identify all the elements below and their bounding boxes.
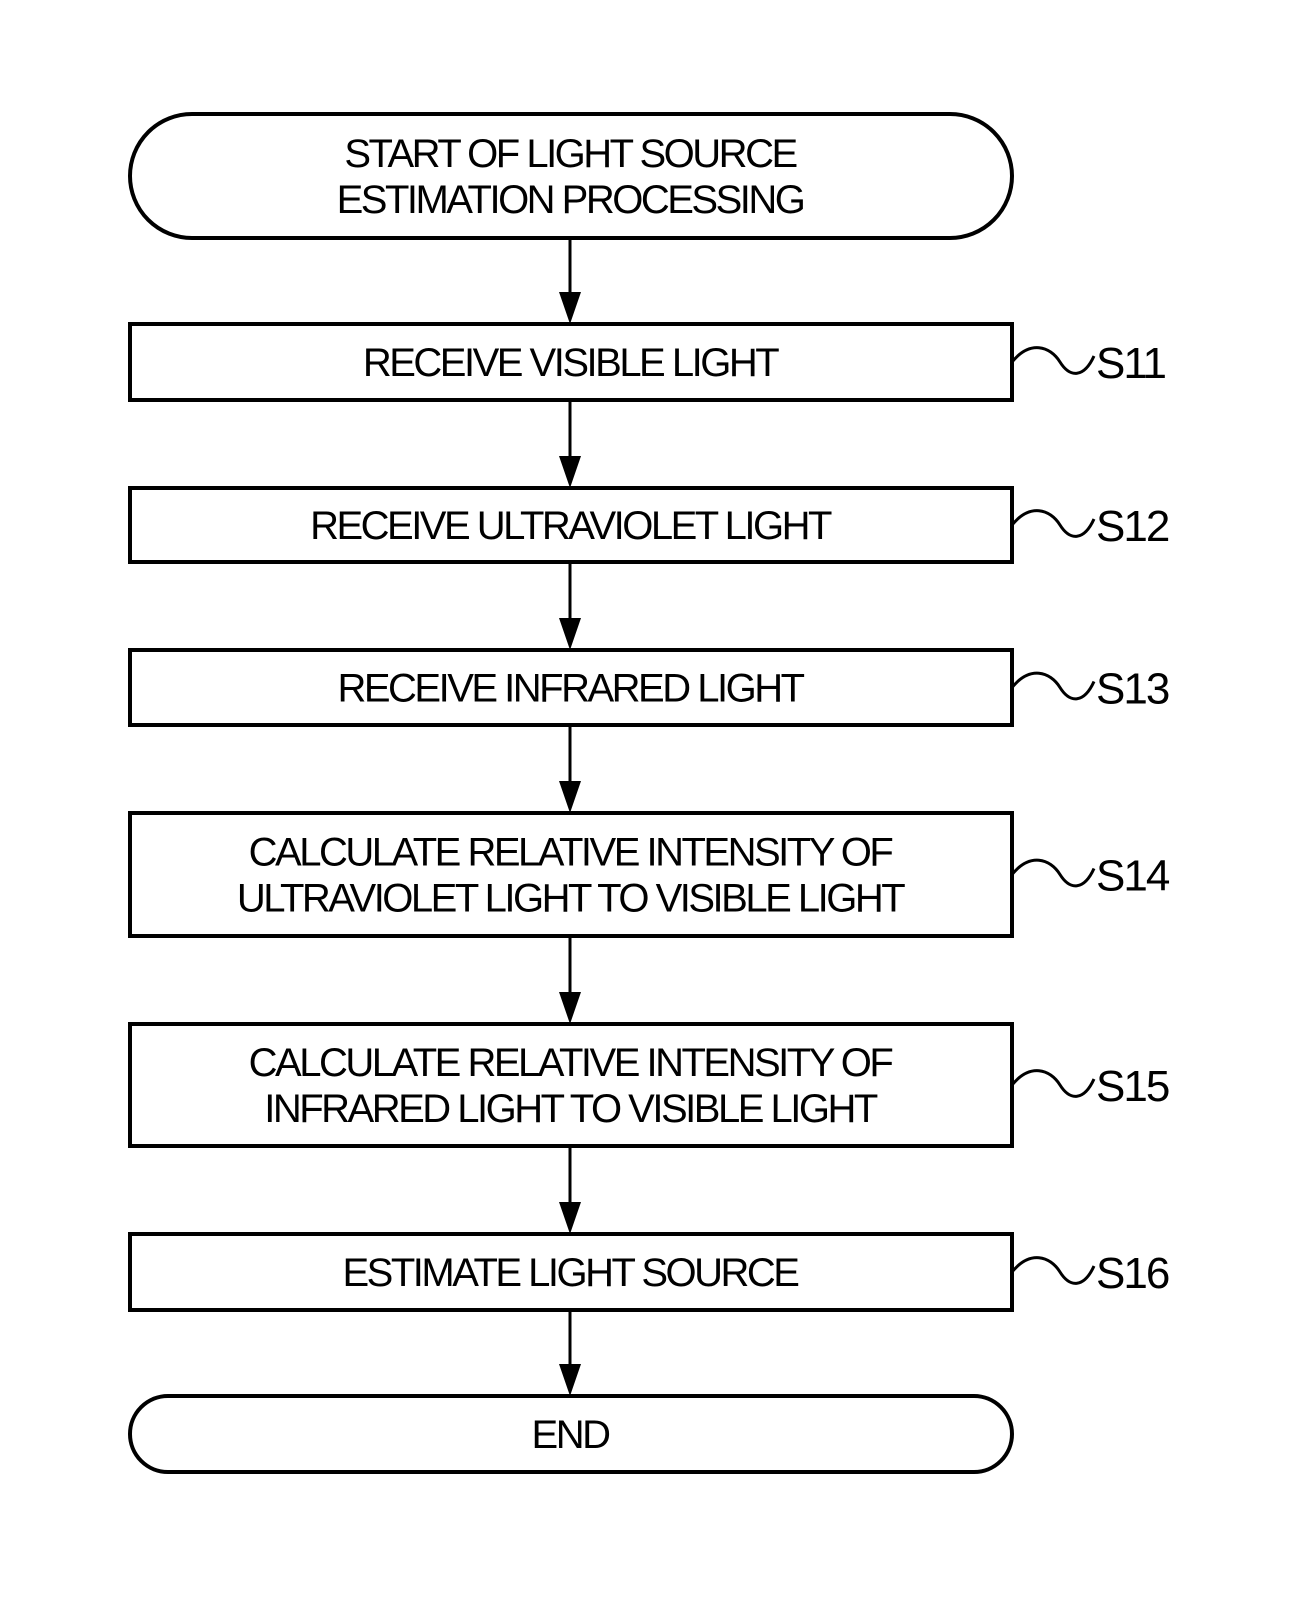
leader-squiggle (1010, 671, 1096, 701)
flow-arrow (559, 1146, 581, 1234)
flowchart-diagram: START OF LIGHT SOURCEESTIMATION PROCESSI… (128, 112, 1172, 1474)
step-label: S11 (1096, 339, 1166, 388)
arrowhead-icon (559, 1364, 581, 1396)
step-s14-text-line: ULTRAVIOLET LIGHT TO VISIBLE LIGHT (237, 877, 905, 921)
step-s13-text-line: RECEIVE INFRARED LIGHT (337, 667, 804, 711)
process-step-s14: CALCULATE RELATIVE INTENSITY OFULTRAVIOL… (128, 811, 1172, 938)
flow-arrow (559, 936, 581, 1024)
step-s12-text-line: RECEIVE ULTRAVIOLET LIGHT (310, 504, 832, 548)
step-label: S15 (1096, 1062, 1169, 1111)
step-label: S16 (1096, 1249, 1169, 1298)
leader-squiggle (1010, 1256, 1096, 1285)
step-label: S12 (1096, 502, 1169, 551)
start-terminal: START OF LIGHT SOURCEESTIMATION PROCESSI… (128, 112, 1014, 240)
leader-squiggle (1010, 858, 1096, 888)
arrowhead-icon (559, 618, 581, 650)
arrowhead-icon (559, 292, 581, 324)
process-step-s12: RECEIVE ULTRAVIOLET LIGHT S12 (128, 486, 1171, 564)
flow-arrow (559, 400, 581, 488)
flow-arrow (559, 562, 581, 650)
flow-arrow (559, 238, 581, 324)
start-text-line: ESTIMATION PROCESSING (337, 178, 804, 222)
arrowhead-icon (559, 456, 581, 488)
step-s15-text-line: INFRARED LIGHT TO VISIBLE LIGHT (264, 1087, 878, 1131)
process-step-s16: ESTIMATE LIGHT SOURCE S16 (128, 1232, 1171, 1312)
start-text-line: START OF LIGHT SOURCE (344, 132, 796, 176)
leader-squiggle (1010, 509, 1096, 538)
leader-squiggle (1010, 346, 1096, 375)
step-s14-text-line: CALCULATE RELATIVE INTENSITY OF (249, 831, 893, 875)
flow-arrow (559, 725, 581, 813)
step-label: S13 (1096, 665, 1169, 714)
process-step-s13: RECEIVE INFRARED LIGHT S13 (128, 648, 1171, 727)
flow-arrow (559, 1310, 581, 1396)
step-s16-text-line: ESTIMATE LIGHT SOURCE (343, 1251, 799, 1295)
arrowhead-icon (559, 992, 581, 1024)
step-s11-text-line: RECEIVE VISIBLE LIGHT (363, 341, 779, 385)
end-text-line: END (532, 1413, 610, 1457)
arrowhead-icon (559, 1202, 581, 1234)
end-terminal: END (128, 1394, 1014, 1474)
process-step-s15: CALCULATE RELATIVE INTENSITY OFINFRARED … (128, 1022, 1171, 1148)
step-s15-text-line: CALCULATE RELATIVE INTENSITY OF (249, 1041, 893, 1085)
step-label: S14 (1096, 852, 1170, 901)
arrowhead-icon (559, 781, 581, 813)
process-step-s11: RECEIVE VISIBLE LIGHT S11 (128, 322, 1168, 402)
leader-squiggle (1010, 1069, 1096, 1098)
